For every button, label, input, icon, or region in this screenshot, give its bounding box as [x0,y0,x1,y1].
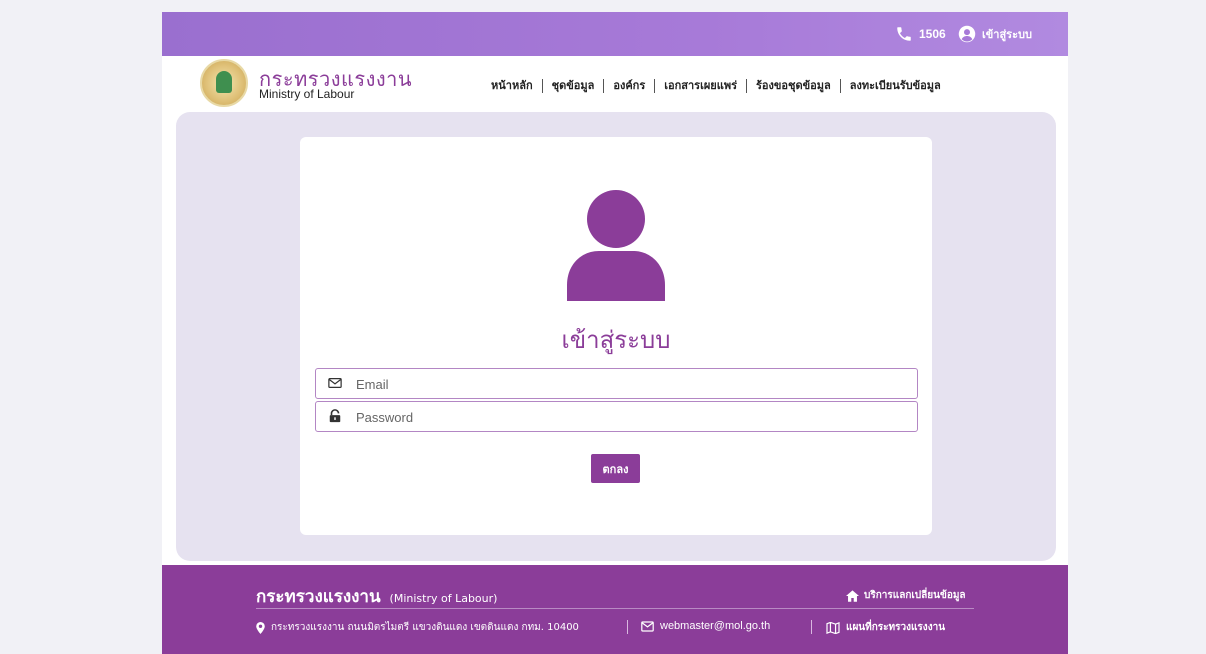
main-nav: หน้าหลัก ชุดข้อมูล องค์กร เอกสารเผยแพร่ … [482,79,950,93]
footer-address-text: กระทรวงแรงงาน ถนนมิตรไมตรี แขวงดินแดง เข… [271,622,579,633]
nav-organizations[interactable]: องค์กร [604,79,656,93]
content-panel: เข้าสู่ระบบ ตกลง [176,112,1056,561]
footer-separator [627,620,628,634]
footer-separator [811,620,812,634]
login-card: เข้าสู่ระบบ ตกลง [300,137,932,535]
hotline-number: 1506 [919,27,946,41]
nav-home[interactable]: หน้าหลัก [482,79,543,93]
footer-email-link[interactable]: webmaster@mol.go.th [641,620,770,632]
home-icon [846,589,859,602]
data-exchange-label: บริการแลกเปลี่ยนข้อมูล [864,590,966,601]
user-circle-icon [958,25,976,43]
data-exchange-link[interactable]: บริการแลกเปลี่ยนข้อมูล [846,588,966,603]
hotline-link[interactable]: 1506 [895,24,946,44]
login-link[interactable]: เข้าสู่ระบบ [958,24,1032,44]
map-icon [826,621,840,634]
nav-datasets[interactable]: ชุดข้อมูล [543,79,605,93]
map-marker-icon [256,621,265,634]
footer-title-thai: กระทรวงแรงงาน [256,587,381,607]
ministry-map-link[interactable]: แผนที่กระทรวงแรงงาน [826,620,945,635]
footer-divider [256,608,974,609]
nav-publications[interactable]: เอกสารเผยแพร่ [655,79,747,93]
email-field [315,368,918,399]
footer-title-english: (Ministry of Labour) [389,592,498,605]
envelope-icon [641,620,654,632]
envelope-icon [328,378,342,388]
footer-email-text: webmaster@mol.go.th [660,620,771,632]
user-avatar-icon [567,190,665,301]
footer-title: กระทรวงแรงงาน (Ministry of Labour) [256,583,497,610]
nav-request-data[interactable]: ร้องขอชุดข้อมูล [747,79,841,93]
footer-address: กระทรวงแรงงาน ถนนมิตรไมตรี แขวงดินแดง เข… [256,620,579,635]
lock-icon [329,409,341,423]
page-frame: 1506 เข้าสู่ระบบ กระทรวงแรงงาน Ministry … [162,12,1068,654]
submit-button[interactable]: ตกลง [591,454,640,483]
ministry-logo[interactable] [200,59,248,107]
login-title: เข้าสู่ระบบ [561,326,671,354]
ministry-map-label: แผนที่กระทรวงแรงงาน [846,622,946,633]
email-input[interactable] [356,373,906,395]
nav-register[interactable]: ลงทะเบียนรับข้อมูล [841,79,950,93]
password-field [315,401,918,432]
phone-icon [897,27,911,41]
password-input[interactable] [356,406,906,428]
site-footer: กระทรวงแรงงาน (Ministry of Labour) บริกา… [162,565,1068,654]
org-name-english: Ministry of Labour [259,87,355,101]
top-bar: 1506 เข้าสู่ระบบ [162,12,1068,56]
login-link-label: เข้าสู่ระบบ [982,29,1032,41]
site-header: กระทรวงแรงงาน Ministry of Labour หน้าหลั… [162,56,1068,112]
